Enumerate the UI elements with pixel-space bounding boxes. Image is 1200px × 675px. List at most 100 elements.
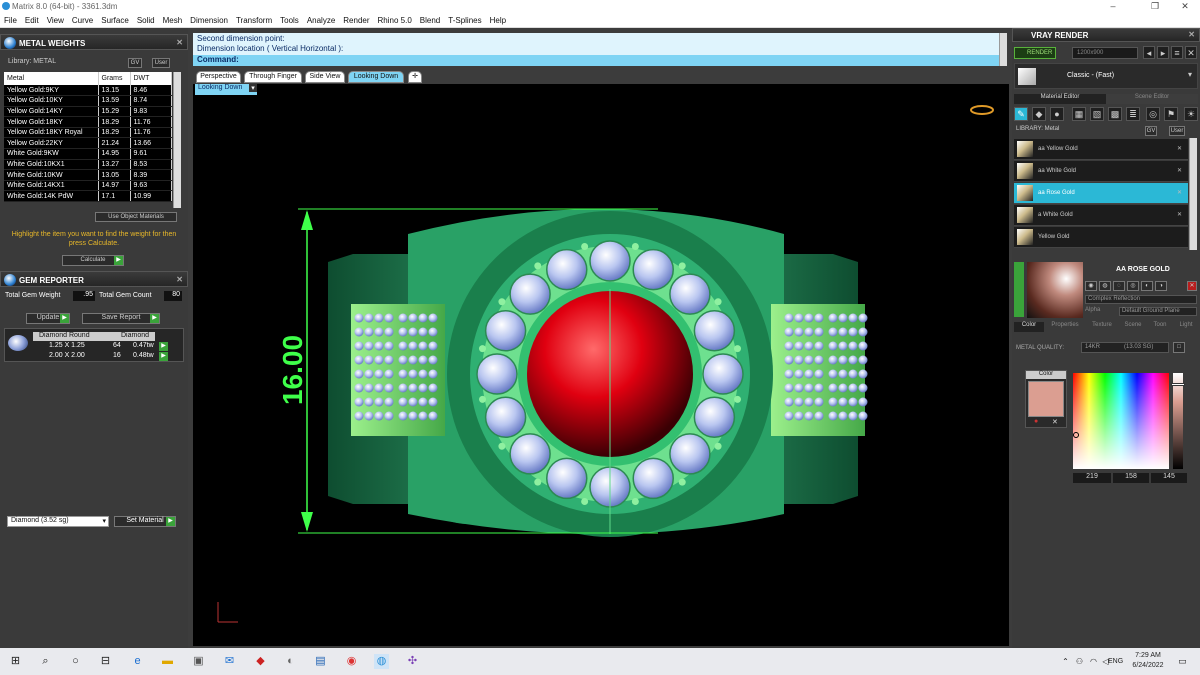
menu-tools[interactable]: Tools [276, 14, 303, 25]
gem-group-header[interactable]: Diamond Round Diamond [33, 332, 155, 341]
subtab-color[interactable]: Color [1014, 322, 1044, 332]
command-scrollbar[interactable] [999, 33, 1007, 66]
task-view-icon[interactable]: ○ [68, 654, 83, 669]
metal-row[interactable]: Yellow Gold:18KY Royal 18.29 11.76 [4, 127, 172, 139]
vray-header[interactable]: VRAY RENDER ✕ [1012, 28, 1200, 42]
person-icon[interactable]: ⚇ [1072, 654, 1087, 669]
blue-value[interactable]: 145 [1151, 473, 1187, 483]
settings-icon[interactable]: ≡ [1171, 46, 1183, 59]
metal-row[interactable]: Yellow Gold:18KY 18.29 11.76 [4, 116, 172, 128]
tool-icon[interactable]: ◍ [1099, 281, 1111, 291]
chevron-up-icon[interactable]: ⌃ [1058, 654, 1073, 669]
material-list-scrollbar[interactable] [1189, 138, 1197, 250]
save-report-button[interactable]: Save Report ▶ [82, 313, 160, 324]
remove-icon[interactable]: ✕ [1177, 211, 1182, 218]
col-dwt[interactable]: DWT [130, 72, 172, 85]
menu-view[interactable]: View [43, 14, 68, 25]
tab-scene-editor[interactable]: Scene Editor [1106, 94, 1198, 104]
gem-icon[interactable]: ◆ [1032, 107, 1046, 121]
tab-through-finger[interactable]: Through Finger [244, 71, 302, 83]
metal-row[interactable]: Yellow Gold:10KY 13.59 8.74 [4, 95, 172, 107]
menu-blend[interactable]: Blend [416, 14, 444, 25]
file-explorer-icon[interactable]: ▬ [160, 654, 175, 669]
viewport-looking-down[interactable]: 16.00 [193, 84, 1009, 646]
col-metal[interactable]: Metal [4, 72, 99, 85]
rhino-icon[interactable]: ◐ [283, 654, 298, 669]
brightness-slider[interactable] [1171, 373, 1185, 469]
metal-row[interactable]: White Gold:10KX1 13.27 8.53 [4, 159, 172, 171]
gem-reporter-header[interactable]: GEM REPORTER ✕ [0, 271, 188, 287]
layers-icon[interactable]: ≣ [1126, 107, 1140, 121]
metal-weights-header[interactable]: METAL WEIGHTS ✕ [0, 34, 188, 50]
menu-tsplines[interactable]: T-Splines [444, 14, 485, 25]
tab-side-view[interactable]: Side View [305, 71, 345, 83]
edge-icon[interactable]: e [130, 654, 145, 669]
rewind-icon[interactable]: ◂ [1143, 46, 1155, 59]
gem-row[interactable]: 1.25 X 1.25 64 0.47tw ▶ [33, 342, 183, 351]
metal-row[interactable]: Yellow Gold:22KY 21.24 13.66 [4, 137, 172, 150]
metal-row[interactable]: White Gold:14KX1 14.97 9.63 [4, 180, 172, 192]
calculate-button[interactable]: Calculate ▶ [62, 255, 124, 266]
tool-icon[interactable]: ◉ [1085, 281, 1097, 291]
material-item[interactable]: aa White Gold ✕ [1014, 161, 1188, 182]
collapse-handle[interactable] [1014, 262, 1024, 317]
reflection-select[interactable]: Complex Reflection [1085, 295, 1197, 304]
red-value[interactable]: 219 [1073, 473, 1111, 483]
subtab-properties[interactable]: Properties [1046, 322, 1084, 332]
color-swatch[interactable] [1028, 381, 1064, 417]
menu-dimension[interactable]: Dimension [186, 14, 232, 25]
material-item[interactable]: Yellow Gold [1014, 227, 1188, 248]
sphere-icon[interactable]: ● [1050, 107, 1064, 121]
app-icon-red[interactable]: ◆ [253, 654, 268, 669]
windows-start-icon[interactable]: ⊞ [8, 654, 23, 669]
gem-material-select[interactable]: Diamond (3.52 sg) ▾ [7, 516, 109, 527]
tool-icon[interactable]: ◑ [1155, 281, 1167, 291]
mail-icon[interactable]: ✉ [222, 654, 237, 669]
minimize-button[interactable]: – [1098, 0, 1128, 14]
tool-icon[interactable]: ◐ [1141, 281, 1153, 291]
widgets-icon[interactable]: ⊟ [98, 654, 113, 669]
globe-icon[interactable]: ◎ [1146, 107, 1160, 121]
metal-row[interactable]: Yellow Gold:9KY 13.15 8.46 [4, 85, 172, 97]
clock-time[interactable]: 7:29 AM [1128, 652, 1168, 659]
set-material-button[interactable]: Set Material ▶ [114, 516, 176, 527]
menu-render[interactable]: Render [339, 14, 373, 25]
gem-row[interactable]: 2.00 X 2.00 16 0.48tw ▶ [33, 352, 183, 361]
command-input[interactable]: Command: [193, 55, 1001, 66]
resolution-field[interactable]: 1200x900 [1072, 47, 1138, 59]
play-icon[interactable]: ▶ [159, 342, 168, 351]
navigation-ring-icon[interactable] [970, 105, 994, 115]
menu-solid[interactable]: Solid [133, 14, 159, 25]
menu-mesh[interactable]: Mesh [159, 14, 187, 25]
menu-surface[interactable]: Surface [97, 14, 133, 25]
maximize-button[interactable]: ❐ [1140, 0, 1170, 14]
green-value[interactable]: 158 [1113, 473, 1149, 483]
search-icon[interactable]: ⌕ [38, 654, 53, 669]
tool-icon[interactable]: ◎ [1127, 281, 1139, 291]
material-item[interactable]: aa Rose Gold ✕ [1014, 183, 1188, 204]
clock-date[interactable]: 6/24/2022 [1128, 662, 1168, 669]
close-icon[interactable]: ✕ [176, 275, 183, 284]
options-icon[interactable]: □ [1173, 342, 1185, 353]
material-icon[interactable]: ▦ [1072, 107, 1086, 121]
close-icon[interactable]: ✕ [1185, 46, 1197, 59]
menu-edit[interactable]: Edit [21, 14, 43, 25]
metal-quality-select[interactable]: 14KR (13.03 SG) [1081, 342, 1169, 353]
remove-icon[interactable]: ✕ [1177, 145, 1182, 152]
eyedropper-icon[interactable]: ● [1034, 418, 1038, 425]
user-button[interactable]: User [152, 58, 170, 68]
update-button[interactable]: Update ▶ [26, 313, 70, 324]
viewport-label[interactable]: Looking Down ▾ [195, 84, 257, 95]
menu-transform[interactable]: Transform [232, 14, 276, 25]
store-icon[interactable]: ▣ [191, 654, 206, 669]
col-grams[interactable]: Grams [98, 72, 131, 85]
gv-button[interactable]: GV [1145, 126, 1157, 136]
subtab-light[interactable]: Light [1174, 322, 1198, 332]
chrome-icon[interactable]: ◉ [344, 654, 359, 669]
subtab-toon[interactable]: Toon [1148, 322, 1172, 332]
menu-file[interactable]: File [0, 14, 21, 25]
menu-curve[interactable]: Curve [68, 14, 97, 25]
metal-row[interactable]: White Gold:14K PdW 17.1 10.99 [4, 190, 172, 203]
menu-rhino[interactable]: Rhino 5.0 [374, 14, 416, 25]
subtab-texture[interactable]: Texture [1086, 322, 1118, 332]
